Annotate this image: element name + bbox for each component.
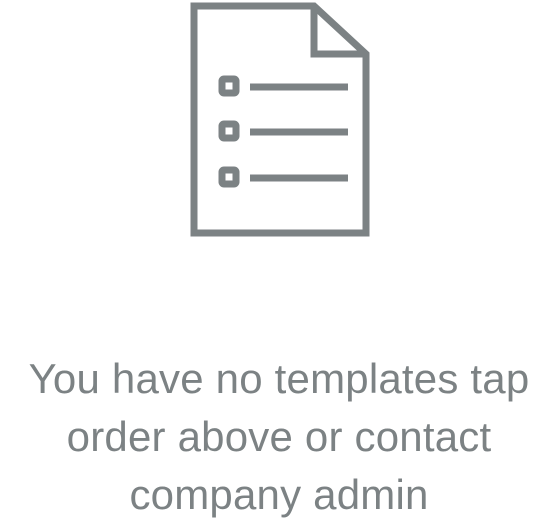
empty-state: You have no templates tap order above or… [0, 0, 558, 519]
empty-message-line-3: company admin [129, 471, 429, 518]
empty-message: You have no templates tap order above or… [0, 350, 558, 519]
document-checklist-icon [190, 2, 370, 237]
empty-message-line-2: order above or contact [66, 413, 492, 460]
empty-message-line-1: You have no templates tap [28, 355, 530, 402]
